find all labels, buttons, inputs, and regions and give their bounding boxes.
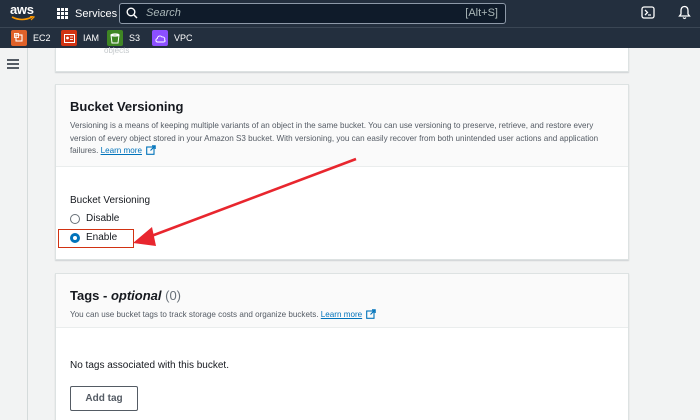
favorites-bar: EC2 IAM S3 VPC bbox=[0, 27, 700, 48]
versioning-learn-more-link[interactable]: Learn more bbox=[101, 146, 142, 155]
cloudshell-icon[interactable] bbox=[641, 6, 655, 19]
external-link-icon bbox=[146, 145, 156, 156]
external-link-icon bbox=[366, 309, 377, 319]
bucket-versioning-header: Bucket Versioning Versioning is a means … bbox=[56, 85, 628, 167]
search-placeholder: Search bbox=[146, 7, 181, 19]
aws-smile-icon bbox=[11, 16, 35, 21]
disable-radio-button[interactable] bbox=[70, 213, 80, 224]
vpc-icon bbox=[152, 30, 168, 46]
tags-title: Tags - optional (0) bbox=[70, 288, 614, 303]
enable-highlight-box bbox=[58, 229, 134, 248]
iam-icon bbox=[61, 30, 77, 46]
faded-objects-text: objects bbox=[104, 46, 130, 55]
tags-count: (0) bbox=[165, 288, 181, 303]
bucket-versioning-title: Bucket Versioning bbox=[70, 99, 184, 114]
tags-panel: Tags - optional (0) You can use bucket t… bbox=[55, 273, 629, 420]
tags-description: You can use bucket tags to track storage… bbox=[70, 309, 614, 322]
add-tag-button[interactable]: Add tag bbox=[70, 386, 138, 411]
favorite-vpc[interactable]: VPC bbox=[152, 30, 193, 46]
top-navigation: aws Services Search [Alt+S] bbox=[0, 0, 700, 27]
disable-radio-label: Disable bbox=[86, 213, 120, 224]
versioning-disable-option[interactable]: Disable bbox=[70, 213, 119, 224]
favorite-ec2-label: EC2 bbox=[33, 33, 51, 43]
favorite-ec2[interactable]: EC2 bbox=[11, 30, 51, 46]
favorite-iam[interactable]: IAM bbox=[61, 30, 99, 46]
services-label: Services bbox=[75, 7, 118, 20]
no-tags-message: No tags associated with this bucket. bbox=[70, 360, 229, 371]
search-input[interactable]: Search [Alt+S] bbox=[119, 3, 506, 24]
favorite-iam-label: IAM bbox=[83, 33, 100, 43]
previous-settings-panel: objects bbox=[55, 46, 629, 72]
s3-icon bbox=[107, 30, 123, 46]
tags-header: Tags - optional (0) You can use bucket t… bbox=[56, 274, 628, 328]
favorite-s3[interactable]: S3 bbox=[107, 30, 140, 46]
grid-icon bbox=[57, 8, 68, 19]
services-menu-button[interactable]: Services bbox=[57, 0, 117, 27]
search-shortcut-hint: [Alt+S] bbox=[465, 7, 498, 19]
tags-title-text: Tags - bbox=[70, 288, 111, 303]
bucket-versioning-field-label: Bucket Versioning bbox=[70, 195, 151, 206]
favorite-vpc-label: VPC bbox=[174, 33, 193, 43]
bell-icon[interactable] bbox=[678, 5, 691, 20]
sidebar-divider bbox=[27, 48, 28, 420]
aws-logo-text: aws bbox=[10, 2, 34, 17]
tags-description-text: You can use bucket tags to track storage… bbox=[70, 310, 319, 319]
favorite-s3-label: S3 bbox=[129, 33, 141, 43]
search-icon bbox=[126, 7, 138, 19]
bucket-versioning-panel: Bucket Versioning Versioning is a means … bbox=[55, 84, 629, 260]
ec2-icon bbox=[11, 30, 27, 46]
bucket-versioning-description: Versioning is a means of keeping multipl… bbox=[70, 120, 614, 158]
tags-learn-more-link[interactable]: Learn more bbox=[321, 310, 362, 319]
aws-logo[interactable]: aws bbox=[10, 3, 36, 23]
tags-optional-text: optional bbox=[110, 288, 162, 303]
hamburger-menu-icon[interactable] bbox=[7, 59, 19, 69]
